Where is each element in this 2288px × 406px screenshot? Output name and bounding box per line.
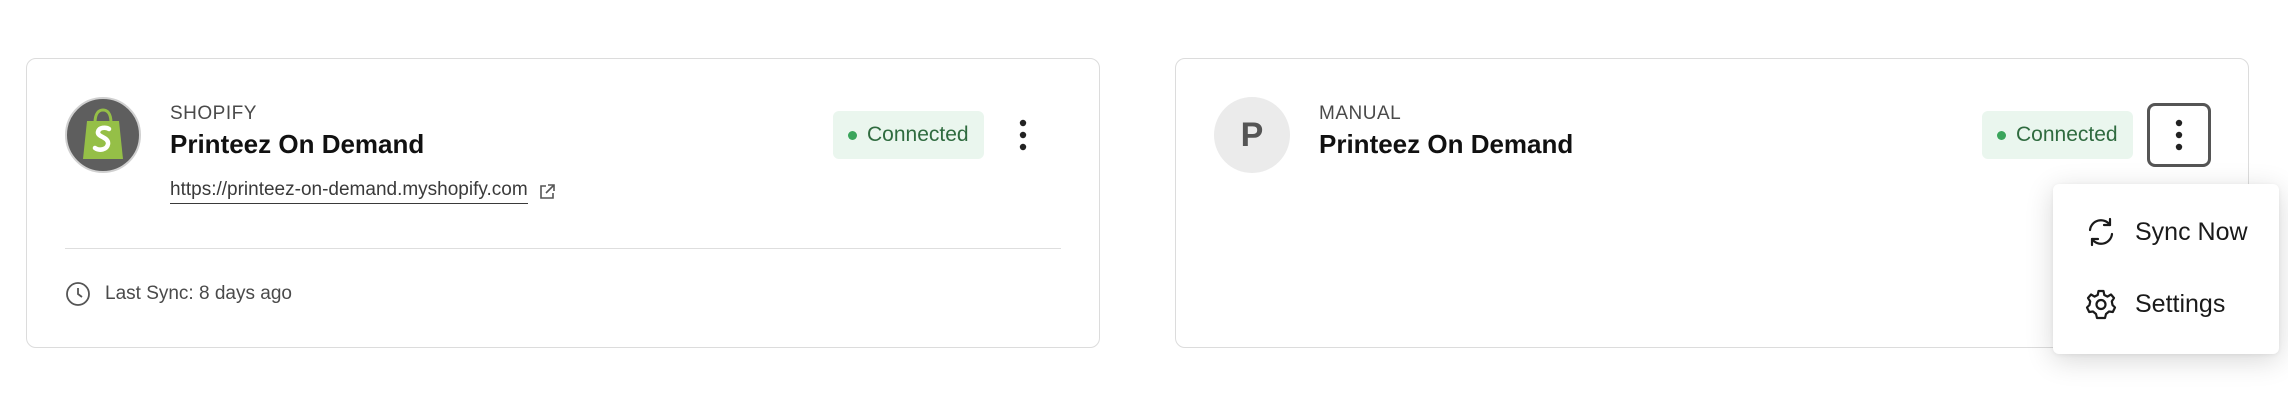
store-url-row: https://printeez-on-demand.myshopify.com xyxy=(170,179,556,204)
status-badge: Connected xyxy=(1982,111,2133,159)
more-options-button[interactable] xyxy=(2147,103,2211,167)
clock-icon xyxy=(65,281,91,307)
platform-label: SHOPIFY xyxy=(170,103,257,124)
sync-icon xyxy=(2085,216,2117,248)
more-vertical-icon xyxy=(1019,119,1027,151)
menu-item-sync-now[interactable]: Sync Now xyxy=(2053,196,2279,268)
more-options-button[interactable] xyxy=(991,103,1055,167)
options-dropdown-menu: Sync Now Settings xyxy=(2053,184,2279,354)
platform-label: MANUAL xyxy=(1319,103,1402,124)
shopify-bag-icon xyxy=(79,107,127,163)
store-url-link[interactable]: https://printeez-on-demand.myshopify.com xyxy=(170,179,528,204)
shopify-avatar xyxy=(65,97,141,173)
avatar: P xyxy=(1214,97,1290,173)
menu-item-settings[interactable]: Settings xyxy=(2053,268,2279,340)
gear-icon xyxy=(2085,288,2117,320)
last-sync-text: Last Sync: 8 days ago xyxy=(105,283,292,304)
store-name: Printeez On Demand xyxy=(1319,129,1574,159)
menu-item-label: Settings xyxy=(2135,289,2226,318)
status-badge: Connected xyxy=(833,111,984,159)
menu-item-label: Sync Now xyxy=(2135,217,2248,246)
external-link-icon[interactable] xyxy=(538,183,556,201)
more-vertical-icon xyxy=(2175,119,2183,151)
integration-card-shopify: SHOPIFY Printeez On Demand https://print… xyxy=(26,58,1100,348)
store-name: Printeez On Demand xyxy=(170,129,425,159)
card-divider xyxy=(65,248,1061,249)
last-sync-row: Last Sync: 8 days ago xyxy=(65,281,292,307)
